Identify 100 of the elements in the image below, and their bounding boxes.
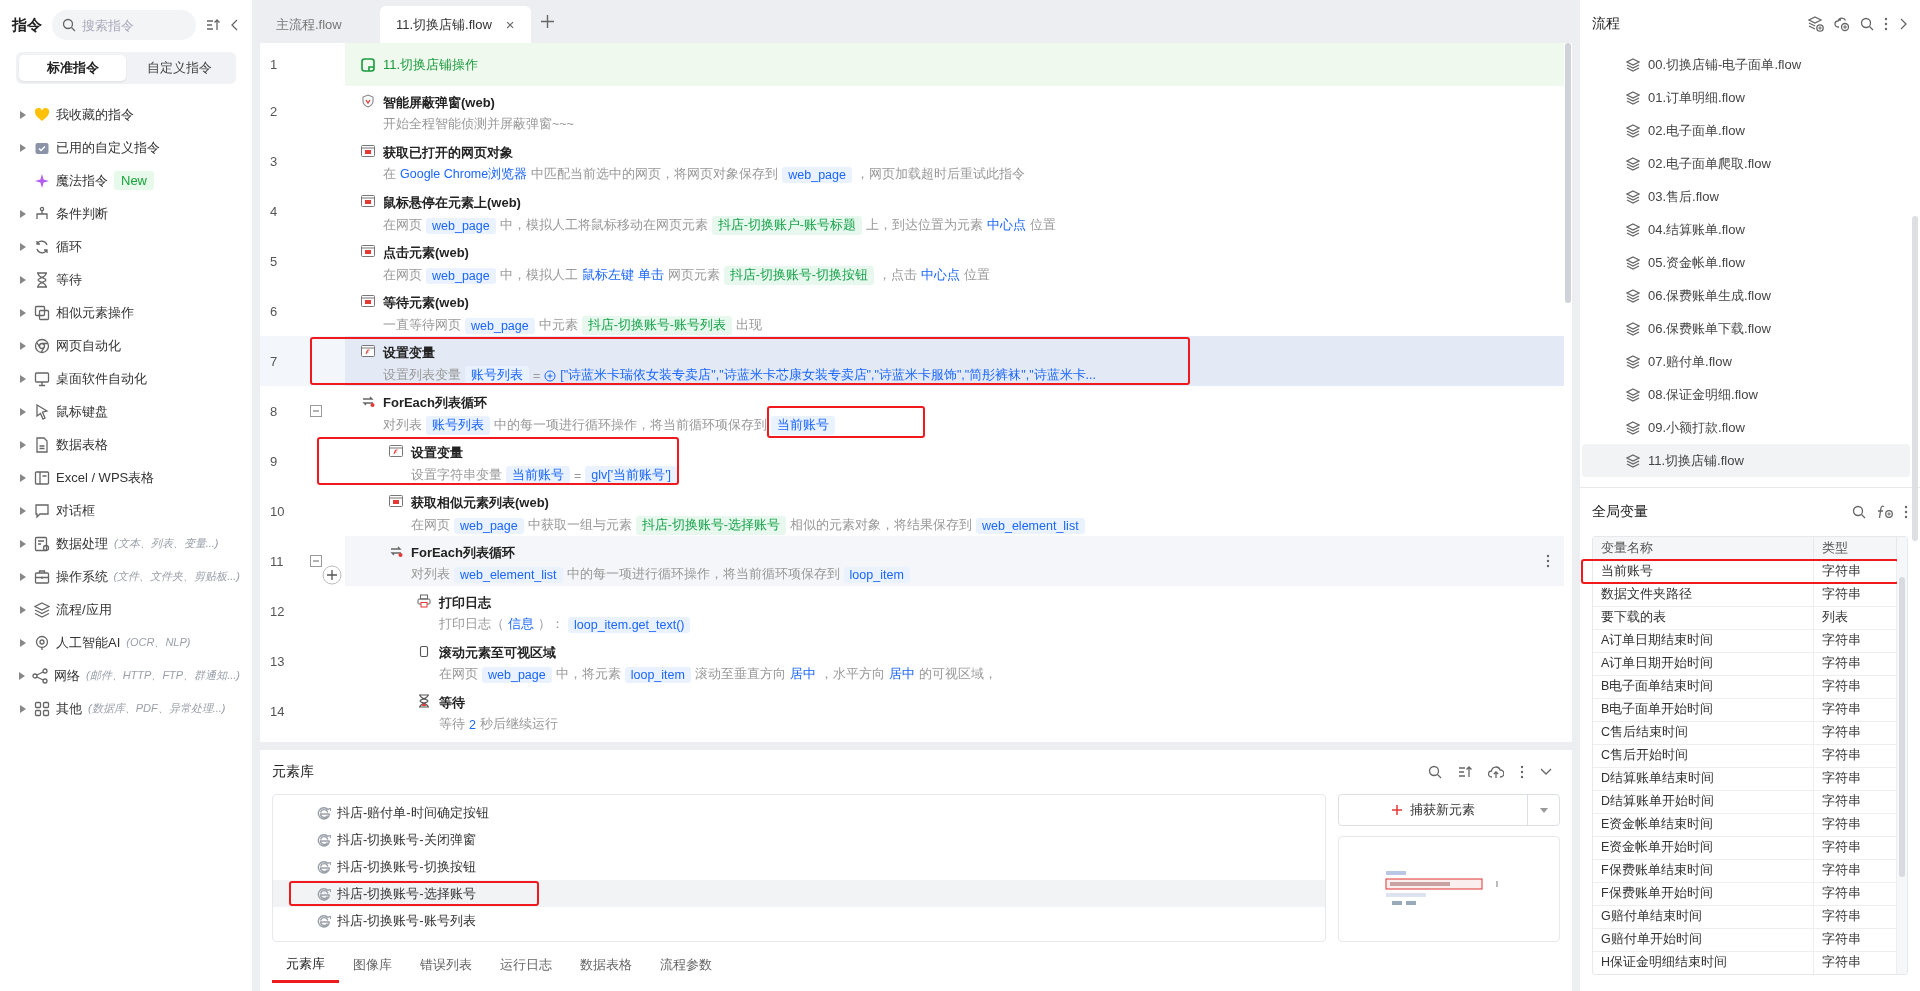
variable-chip[interactable]: loop_item.get_text() (568, 616, 691, 633)
flow-item[interactable]: 09.小额打款.flow (1582, 411, 1910, 444)
step-row[interactable]: 1 11.切换店铺操作 (260, 43, 1564, 86)
parameter-value[interactable]: Google Chrome浏览器 (400, 166, 528, 183)
variable-chip[interactable]: web_page (426, 267, 496, 284)
caret-icon[interactable] (20, 242, 26, 251)
caret-icon[interactable] (20, 209, 26, 218)
flow-item[interactable]: 03.售后.flow (1582, 180, 1910, 213)
add-step-icon[interactable] (322, 565, 342, 585)
flow-item[interactable]: 00.切换店铺-电子面单.flow (1582, 48, 1910, 81)
step-row[interactable]: 7 设置变量 设置列表变量 账号列表 = ["诗蓝米卡瑞依女装专卖店","诗蓝米卡芯康女装专卖店","诗蓝米卡服饰","简彤裤袜","诗蓝米卡... (260, 336, 1564, 386)
category-item[interactable]: 已用的自定义指令 (56, 138, 160, 157)
flow-item[interactable]: 07.赔付单.flow (1582, 345, 1910, 378)
element-item[interactable]: 抖店-切换账号-选择账号 (273, 880, 1325, 907)
flow-item[interactable]: 06.保费账单下载.flow (1582, 312, 1910, 345)
step-row[interactable]: 5 点击元素(web) 在网页 web_page 中，模拟人工 鼠标左键 单击 网页元素 抖店-切换账号-切换按钮 ，点击 中心点 位置 (260, 236, 1564, 286)
segment-tab[interactable]: 自定义指令 (126, 55, 233, 81)
parameter-value[interactable]: 鼠标左键 (581, 267, 634, 284)
collapse-icon[interactable] (230, 18, 240, 32)
caret-icon[interactable] (20, 605, 26, 614)
category-item[interactable]: 鼠标键盘 (56, 402, 108, 421)
caret-icon[interactable] (20, 407, 26, 416)
flow-item[interactable]: 02.电子面单.flow (1582, 114, 1910, 147)
panel-tab[interactable]: 数据表格 (566, 947, 646, 983)
step-row[interactable]: 4 鼠标悬停在元素上(web) 在网页 web_page 中，模拟人工将鼠标移动在网页元素 抖店-切换账户-账号标题 上，到达位置为元素 中心点 位置 (260, 186, 1564, 236)
more-icon[interactable] (1546, 554, 1550, 568)
variable-chip[interactable]: web_page (782, 166, 852, 183)
panel-tab[interactable]: 错误列表 (406, 947, 486, 983)
variable-chip[interactable]: 账号列表 (426, 416, 490, 435)
cloud-upload-icon[interactable] (1488, 765, 1504, 779)
step-row[interactable]: 14 等待 等待 2 秒后继续运行 (260, 686, 1564, 736)
flow-item[interactable]: 08.保证金明细.flow (1582, 378, 1910, 411)
scrollbar[interactable] (1565, 43, 1571, 303)
category-item[interactable]: 流程/应用 (56, 600, 112, 619)
step-row[interactable]: 3 获取已打开的网页对象 在 Google Chrome浏览器 中匹配当前选中的网页，将网页对象保存到 web_page ，网页加载超时后重试此指令 (260, 136, 1564, 186)
panel-tab[interactable]: 元素库 (272, 947, 339, 983)
parameter-value[interactable]: 信息 (508, 616, 534, 633)
variable-chip[interactable]: web_page (482, 666, 552, 683)
category-item[interactable]: 网页自动化 (56, 336, 121, 355)
parameter-value[interactable]: 单击 (637, 267, 664, 284)
variable-chip[interactable]: web_element_list (454, 566, 563, 583)
search-icon[interactable] (62, 18, 76, 32)
search-icon[interactable] (1852, 505, 1866, 519)
collapse-toggle[interactable] (310, 405, 322, 417)
search-field[interactable]: 搜索指令 (52, 10, 196, 40)
step-row[interactable]: 10 获取相似元素列表(web) 在网页 web_page 中获取一组与元素 抖店-切换账号-选择账号 相似的元素对象，将结果保存到 web_element_list (260, 486, 1564, 536)
more-icon[interactable] (1520, 765, 1524, 779)
variable-chip[interactable]: loop_item (843, 566, 910, 583)
step-row[interactable]: 12 打印日志 打印日志（ 信息 ）： loop_item.get_text() (260, 586, 1564, 636)
caret-icon[interactable] (20, 704, 26, 713)
category-item[interactable]: 桌面软件自动化 (56, 369, 147, 388)
caret-icon[interactable] (20, 341, 26, 350)
caret-icon[interactable] (20, 308, 26, 317)
flow-item[interactable]: 06.保费账单生成.flow (1582, 279, 1910, 312)
step-row[interactable]: 13 滚动元素至可视区域 在网页 web_page 中，将元素 loop_item 滚动至垂直方向 居中 ，水平方向 居中 的可视区域， (260, 636, 1564, 686)
sort-icon[interactable] (1458, 765, 1472, 779)
cloud-add-icon[interactable] (1834, 16, 1850, 32)
more-icon[interactable] (1884, 17, 1888, 31)
caret-icon[interactable] (20, 143, 26, 152)
search-icon[interactable] (1428, 765, 1442, 779)
element-item[interactable]: 抖店-切换账号-切换按钮 (273, 853, 1325, 880)
flow-item[interactable]: 01.订单明细.flow (1582, 81, 1910, 114)
flow-item[interactable]: 11.切换店铺.flow (1582, 444, 1910, 477)
step-row[interactable]: 9 设置变量 设置字符串变量 当前账号 = glv['当前账号'] (260, 436, 1564, 486)
category-item[interactable]: 等待 (56, 270, 82, 289)
caret-icon[interactable] (19, 572, 26, 581)
scrollbar[interactable] (1912, 216, 1918, 541)
segment-tab[interactable]: 标准指令 (19, 55, 126, 81)
category-item[interactable]: 对话框 (56, 501, 95, 520)
parameter-value[interactable]: 居中 (888, 666, 915, 683)
step-row[interactable]: 2 智能屏蔽弹窗(web) 开始全程智能侦测并屏蔽弹窗~~~ (260, 86, 1564, 136)
category-item[interactable]: 数据表格 (56, 435, 108, 454)
category-item[interactable]: 条件判断 (56, 204, 108, 223)
capture-button[interactable]: 捕获新元素 (1338, 794, 1560, 826)
caret-icon[interactable] (20, 473, 26, 482)
file-tab[interactable]: 11.切换店铺.flow × (380, 6, 531, 43)
caret-icon[interactable] (20, 110, 26, 119)
category-item[interactable]: 循环 (56, 237, 82, 256)
expand-icon[interactable] (1898, 17, 1908, 31)
category-item[interactable]: 魔法指令 (56, 171, 108, 190)
caret-icon[interactable] (20, 440, 26, 449)
caret-icon[interactable] (20, 506, 26, 515)
function-add-icon[interactable] (1876, 504, 1894, 520)
variable-chip[interactable]: web_page (465, 317, 535, 334)
search-icon[interactable] (1860, 17, 1874, 31)
category-item[interactable]: 操作系统 (55, 567, 108, 586)
caret-icon[interactable] (19, 671, 25, 680)
caret-icon[interactable] (20, 539, 26, 548)
add-layer-icon[interactable] (1808, 16, 1824, 32)
caret-icon[interactable] (20, 638, 26, 647)
caret-icon[interactable] (1539, 807, 1548, 813)
chevron-down-icon[interactable] (1540, 768, 1552, 776)
add-icon[interactable] (540, 15, 554, 28)
variable-chip[interactable]: loop_item (624, 666, 691, 683)
variable-chip[interactable]: 当前账号 (771, 416, 835, 435)
variable-chip[interactable]: web_page (454, 517, 524, 534)
flow-item[interactable]: 05.资金帐单.flow (1582, 246, 1910, 279)
parameter-value[interactable]: 中心点 (921, 267, 961, 284)
flow-item[interactable]: 02.电子面单爬取.flow (1582, 147, 1910, 180)
panel-tab[interactable]: 流程参数 (646, 947, 726, 983)
